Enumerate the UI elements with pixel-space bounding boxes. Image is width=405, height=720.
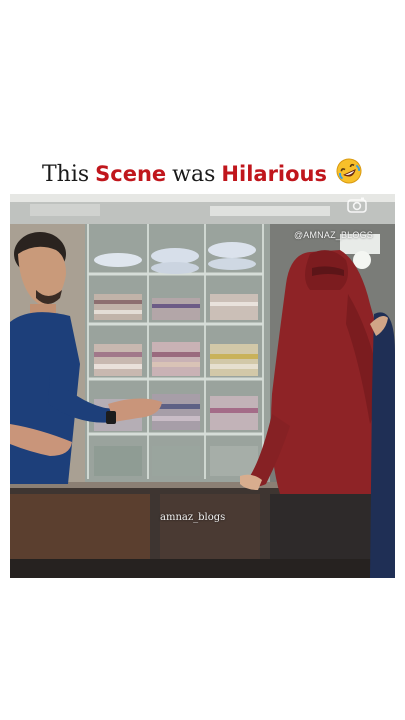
caption-word-was: was — [172, 161, 216, 187]
watermark-text: amnaz_blogs — [160, 512, 226, 523]
camera-icon — [347, 197, 367, 213]
instagram-handle-overlay: @AMNAZ_BLOGS — [293, 230, 373, 240]
video-caption: This Scene was Hilarious — [0, 154, 405, 194]
caption-word-hilarious: Hilarious — [221, 162, 327, 186]
caption-word-this: This — [41, 161, 90, 187]
laughing-emoji-icon — [335, 157, 363, 185]
video-frame[interactable]: @AMNAZ_BLOGS amnaz_blogs — [10, 194, 395, 578]
caption-word-scene: Scene — [95, 162, 167, 186]
